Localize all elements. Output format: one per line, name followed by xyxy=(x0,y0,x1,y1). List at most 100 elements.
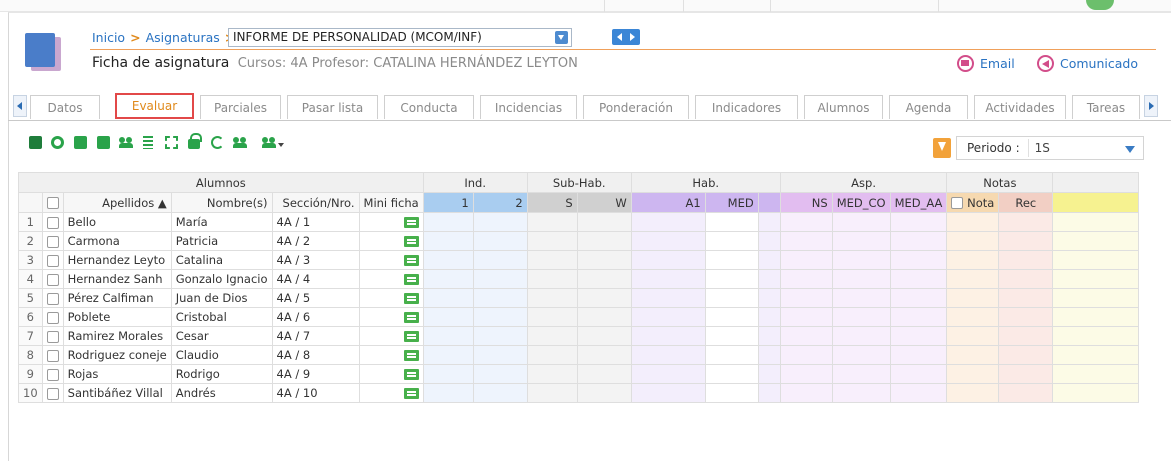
grade-cell[interactable] xyxy=(998,250,1054,270)
col-rec[interactable]: Rec xyxy=(998,192,1054,213)
download-arrow-icon[interactable] xyxy=(933,138,951,158)
grade-cell[interactable] xyxy=(998,231,1054,251)
grade-cell[interactable] xyxy=(422,250,474,270)
lock-button[interactable] xyxy=(183,131,205,153)
mini-ficha-icon[interactable] xyxy=(403,236,419,247)
grade-cell[interactable] xyxy=(779,269,833,289)
col-sub-w[interactable]: W xyxy=(576,192,632,213)
grade-cell[interactable] xyxy=(526,269,578,289)
grade-cell[interactable] xyxy=(704,345,759,365)
mini-ficha-icon[interactable] xyxy=(403,255,419,266)
grade-cell[interactable] xyxy=(889,345,948,365)
grade-cell[interactable] xyxy=(757,269,781,289)
grade-cell[interactable] xyxy=(946,383,1000,403)
mini-ficha-icon[interactable] xyxy=(403,369,419,380)
grade-cell[interactable] xyxy=(1052,307,1140,327)
tab-pasar-lista[interactable]: Pasar lista xyxy=(287,95,378,119)
calculator-button[interactable] xyxy=(137,131,159,153)
grade-cell[interactable] xyxy=(422,307,474,327)
grade-cell[interactable] xyxy=(757,231,781,251)
grade-cell[interactable] xyxy=(630,383,706,403)
grade-cell[interactable] xyxy=(576,364,632,384)
tab-ponderacion[interactable]: Ponderación xyxy=(583,95,689,119)
breadcrumb-asignaturas[interactable]: Asignaturas xyxy=(146,30,220,45)
grade-cell[interactable] xyxy=(757,383,781,403)
grade-cell[interactable] xyxy=(526,212,578,232)
row-checkbox[interactable] xyxy=(46,330,59,343)
settings-button[interactable] xyxy=(46,131,68,153)
grade-cell[interactable] xyxy=(946,231,1000,251)
mini-ficha-icon[interactable] xyxy=(403,350,419,361)
grade-cell[interactable] xyxy=(998,326,1054,346)
grade-cell[interactable] xyxy=(704,231,759,251)
grade-cell[interactable] xyxy=(946,212,1000,232)
grade-cell[interactable] xyxy=(889,288,948,308)
col-ind-1[interactable]: 1 xyxy=(422,192,474,213)
grade-cell[interactable] xyxy=(472,288,528,308)
select-all-checkbox[interactable] xyxy=(46,197,59,209)
grade-cell[interactable] xyxy=(1052,212,1140,232)
grade-cell[interactable] xyxy=(946,250,1000,270)
grade-cell[interactable] xyxy=(576,307,632,327)
grade-cell[interactable] xyxy=(998,269,1054,289)
mini-ficha-icon[interactable] xyxy=(403,312,419,323)
grade-cell[interactable] xyxy=(757,212,781,232)
grade-cell[interactable] xyxy=(526,307,578,327)
grade-cell[interactable] xyxy=(704,383,759,403)
grade-cell[interactable] xyxy=(831,231,891,251)
export-button[interactable] xyxy=(69,131,91,153)
grade-cell[interactable] xyxy=(526,231,578,251)
grade-cell[interactable] xyxy=(422,212,474,232)
email-button[interactable]: Email xyxy=(957,53,1015,73)
grade-cell[interactable] xyxy=(757,326,781,346)
grade-cell[interactable] xyxy=(1052,383,1140,403)
grade-cell[interactable] xyxy=(889,383,948,403)
mini-ficha-icon[interactable] xyxy=(403,274,419,285)
col-hab-a1[interactable]: A1 xyxy=(630,192,706,213)
grade-cell[interactable] xyxy=(422,326,474,346)
tab-scroll-left-icon[interactable] xyxy=(13,95,27,117)
row-checkbox[interactable] xyxy=(46,311,59,324)
grade-cell[interactable] xyxy=(946,269,1000,289)
tab-agenda[interactable]: Agenda xyxy=(889,95,968,119)
grade-cell[interactable] xyxy=(889,326,948,346)
mini-ficha-icon[interactable] xyxy=(403,331,419,342)
grade-cell[interactable] xyxy=(779,383,833,403)
import-button[interactable] xyxy=(92,131,114,153)
grade-cell[interactable] xyxy=(472,212,528,232)
grade-cell[interactable] xyxy=(630,212,706,232)
grade-cell[interactable] xyxy=(704,364,759,384)
save-button[interactable] xyxy=(24,131,46,153)
subject-select[interactable]: INFORME DE PERSONALIDAD (MCOM/INF) xyxy=(228,28,572,47)
grade-cell[interactable] xyxy=(779,345,833,365)
grade-cell[interactable] xyxy=(831,288,891,308)
grade-cell[interactable] xyxy=(576,231,632,251)
chevron-down-icon[interactable] xyxy=(555,31,568,44)
grade-cell[interactable] xyxy=(831,307,891,327)
expand-button[interactable] xyxy=(160,131,182,153)
grade-cell[interactable] xyxy=(757,345,781,365)
grade-cell[interactable] xyxy=(889,307,948,327)
grade-cell[interactable] xyxy=(472,307,528,327)
grade-cell[interactable] xyxy=(630,345,706,365)
grade-cell[interactable] xyxy=(779,212,833,232)
grade-cell[interactable] xyxy=(889,231,948,251)
grade-cell[interactable] xyxy=(998,364,1054,384)
grade-cell[interactable] xyxy=(422,231,474,251)
grade-cell[interactable] xyxy=(998,288,1054,308)
grade-cell[interactable] xyxy=(779,326,833,346)
grade-cell[interactable] xyxy=(831,250,891,270)
grade-cell[interactable] xyxy=(526,326,578,346)
grade-cell[interactable] xyxy=(472,231,528,251)
grade-cell[interactable] xyxy=(704,288,759,308)
grade-cell[interactable] xyxy=(630,288,706,308)
grade-cell[interactable] xyxy=(889,269,948,289)
periodo-select[interactable]: Periodo : 1S xyxy=(956,136,1144,160)
row-checkbox[interactable] xyxy=(46,254,59,267)
grade-cell[interactable] xyxy=(472,326,528,346)
grade-cell[interactable] xyxy=(779,231,833,251)
grade-cell[interactable] xyxy=(779,364,833,384)
grade-cell[interactable] xyxy=(1052,269,1140,289)
grade-cell[interactable] xyxy=(779,250,833,270)
col-hab-med[interactable]: MED xyxy=(704,192,759,213)
